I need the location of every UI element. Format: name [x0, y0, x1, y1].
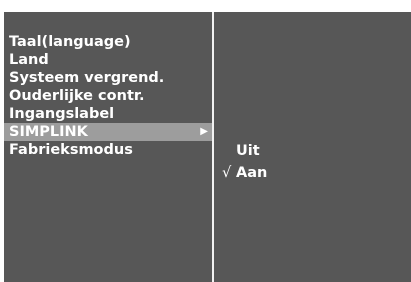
- simplink-options: Uit √ Aan: [214, 140, 411, 184]
- main-menu: Taal(language) Land Systeem vergrend. Ou…: [4, 33, 212, 159]
- menu-item-label: Taal(language): [9, 34, 131, 50]
- menu-item-label: Land: [9, 52, 49, 68]
- menu-item-ouderlijke-contr[interactable]: Ouderlijke contr.: [4, 87, 212, 105]
- menu-item-label: Fabrieksmodus: [9, 142, 133, 158]
- checkmark-icon: √: [222, 165, 232, 181]
- menu-item-systeem-vergrend[interactable]: Systeem vergrend.: [4, 69, 212, 87]
- menu-item-land[interactable]: Land: [4, 51, 212, 69]
- menu-item-taal[interactable]: Taal(language): [4, 33, 212, 51]
- menu-item-fabrieksmodus[interactable]: Fabrieksmodus: [4, 141, 212, 159]
- option-label: Aan: [236, 165, 268, 181]
- submenu-arrow-icon: ▶: [200, 126, 208, 137]
- menu-item-label: SIMPLINK: [9, 124, 88, 140]
- menu-item-ingangslabel[interactable]: Ingangslabel: [4, 105, 212, 123]
- main-menu-panel: Taal(language) Land Systeem vergrend. Ou…: [4, 12, 212, 282]
- option-aan[interactable]: √ Aan: [214, 162, 411, 184]
- menu-item-label: Ouderlijke contr.: [9, 88, 145, 104]
- option-uit[interactable]: Uit: [214, 140, 411, 162]
- menu-item-label: Ingangslabel: [9, 106, 115, 122]
- osd-screen: Taal(language) Land Systeem vergrend. Ou…: [0, 0, 411, 282]
- submenu-panel: Uit √ Aan: [214, 12, 411, 282]
- menu-item-simplink[interactable]: SIMPLINK ▶: [4, 123, 212, 141]
- option-label: Uit: [236, 143, 260, 159]
- menu-item-label: Systeem vergrend.: [9, 70, 165, 86]
